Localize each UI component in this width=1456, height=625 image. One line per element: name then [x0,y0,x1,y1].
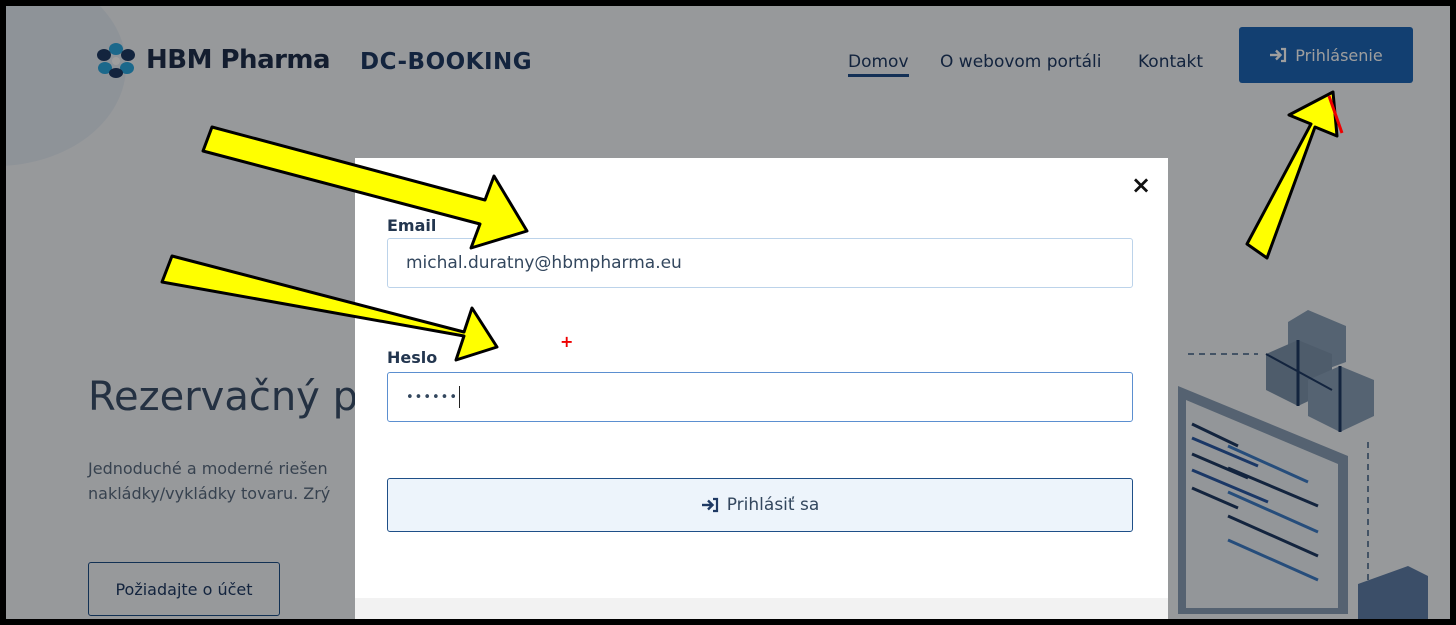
arrow-to-email-icon [201,125,529,250]
arrow-to-password-icon [160,254,499,362]
annotation-arrows [160,90,1344,362]
arrow-to-login-button-icon [1245,90,1339,260]
screenshot-frame: HBM Pharma DC-BOOKING Domov O webovom po… [6,6,1450,619]
